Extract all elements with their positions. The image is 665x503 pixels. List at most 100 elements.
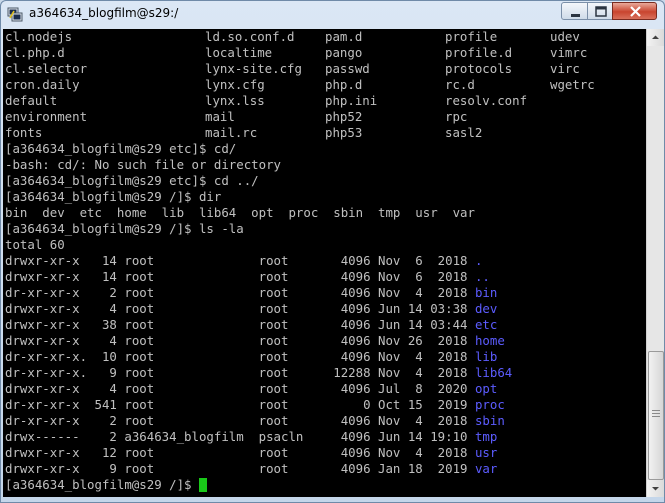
minimize-icon xyxy=(571,14,580,17)
grid-file-entry: protocols xyxy=(445,61,513,76)
close-icon xyxy=(630,6,641,17)
maximize-button[interactable] xyxy=(587,2,613,20)
terminal-line: [a364634_blogfilm@s29 /]$ dir xyxy=(5,189,222,204)
grid-file-entry: lynx.lss xyxy=(205,93,265,108)
directory-name: bin xyxy=(474,285,498,300)
grid-file-entry: lynx-site.cfg xyxy=(205,61,302,76)
directory-name: . xyxy=(474,253,483,268)
directory-name: lib xyxy=(474,349,498,364)
window-title: a364634_blogfilm@s29:/ xyxy=(29,6,179,20)
terminal-line: [a364634_blogfilm@s29 etc]$ cd/ xyxy=(5,141,237,156)
grid-file-entry: cl.php.d xyxy=(5,45,65,60)
listing-row: drwxr-xr-x 38 root root 4096 Jun 14 03:4… xyxy=(5,317,646,333)
listing-meta: drwxr-xr-x 9 root root 4096 Jan 18 2019 xyxy=(5,461,475,476)
terminal-line: [a364634_blogfilm@s29 etc]$ cd ../ xyxy=(5,173,259,188)
listing-row: dr-xr-xr-x 2 root root 4096 Nov 4 2018 b… xyxy=(5,285,646,301)
prompt-line[interactable]: [a364634_blogfilm@s29 /]$ xyxy=(5,477,646,493)
directory-name: usr xyxy=(474,445,498,460)
grid-file-entry: mail.rc xyxy=(205,125,258,140)
directory-name: home xyxy=(474,333,505,348)
grid-file-entry: profile.d xyxy=(445,45,513,60)
listing-row: dr-xr-xr-x 541 root root 0 Oct 15 2019 p… xyxy=(5,397,646,413)
listing-meta: drwxr-xr-x 4 root root 4096 Nov 26 2018 xyxy=(5,333,475,348)
grid-file-entry: php53 xyxy=(325,125,363,140)
grid-file-entry: rc.d xyxy=(445,77,475,92)
minimize-button[interactable] xyxy=(561,2,588,20)
directory-name: tmp xyxy=(474,429,498,444)
listing-row: dr-xr-xr-x 2 root root 4096 Nov 4 2018 s… xyxy=(5,413,646,429)
listing-meta: dr-xr-xr-x 541 root root 0 Oct 15 2019 xyxy=(5,397,475,412)
arrow-up-icon xyxy=(652,35,659,39)
grid-file-entry: php52 xyxy=(325,109,363,124)
listing-row: drwxr-xr-x 12 root root 4096 Nov 4 2018 … xyxy=(5,445,646,461)
grid-file-entry: passwd xyxy=(325,61,370,76)
directory-listing: drwxr-xr-x 14 root root 4096 Nov 6 2018 … xyxy=(5,253,646,477)
directory-name: .. xyxy=(474,269,490,284)
directory-name: dev xyxy=(474,301,498,316)
grid-file-entry: cron.daily xyxy=(5,77,80,92)
directory-name: lib64 xyxy=(474,365,513,380)
directory-name: opt xyxy=(474,381,498,396)
text-cursor xyxy=(198,478,207,492)
terminal-output[interactable]: cl.nodejs ld.so.conf.d pam.d profile udev cl.… xyxy=(3,29,646,497)
grid-file-entry: php.ini xyxy=(325,93,378,108)
listing-row: drwxr-xr-x 14 root root 4096 Nov 6 2018 … xyxy=(5,253,646,269)
listing-meta: dr-xr-xr-x 2 root root 4096 Nov 4 2018 xyxy=(5,413,475,428)
close-button[interactable] xyxy=(612,2,657,20)
grid-file-entry: udev xyxy=(550,29,580,44)
terminal-window: a364634_blogfilm@s29:/ cl.nodejs ld.so.co… xyxy=(0,0,665,503)
grid-file-entry: pango xyxy=(325,45,363,60)
grid-file-entry: vimrc xyxy=(550,45,588,60)
scroll-up-button[interactable] xyxy=(647,29,664,46)
grid-file-entry: default xyxy=(5,93,58,108)
terminal-line: -bash: cd/: No such file or directory xyxy=(5,157,282,172)
listing-row: drwx------ 2 a364634_blogfilm psacln 409… xyxy=(5,429,646,445)
grid-file-entry: ld.so.conf.d xyxy=(205,29,295,44)
listing-meta: drwxr-xr-x 14 root root 4096 Nov 6 2018 xyxy=(5,253,475,268)
listing-meta: dr-xr-xr-x 2 root root 4096 Nov 4 2018 xyxy=(5,285,475,300)
listing-row: drwxr-xr-x 14 root root 4096 Nov 6 2018 … xyxy=(5,269,646,285)
grid-file-entry: fonts xyxy=(5,125,43,140)
arrow-down-icon xyxy=(652,487,659,491)
directory-name: etc xyxy=(474,317,498,332)
listing-meta: drwxr-xr-x 14 root root 4096 Nov 6 2018 xyxy=(5,269,475,284)
listing-meta: drwxr-xr-x 4 root root 4096 Jul 8 2020 xyxy=(5,381,475,396)
terminal-line: total 60 xyxy=(5,237,65,252)
listing-row: drwxr-xr-x 4 root root 4096 Nov 26 2018 … xyxy=(5,333,646,349)
directory-name: sbin xyxy=(474,413,505,428)
listing-meta: drwx------ 2 a364634_blogfilm psacln 409… xyxy=(5,429,475,444)
listing-row: dr-xr-xr-x. 9 root root 12288 Nov 4 2018… xyxy=(5,365,646,381)
grid-file-entry: rpc xyxy=(445,109,468,124)
grid-file-entry: resolv.conf xyxy=(445,93,528,108)
listing-meta: dr-xr-xr-x. 10 root root 4096 Nov 4 2018 xyxy=(5,349,475,364)
title-bar[interactable]: a364634_blogfilm@s29:/ xyxy=(1,1,664,28)
directory-name: proc xyxy=(474,397,505,412)
grid-file-entry: php.d xyxy=(325,77,363,92)
listing-meta: drwxr-xr-x 38 root root 4096 Jun 14 03:4… xyxy=(5,317,475,332)
listing-row: drwxr-xr-x 4 root root 4096 Jun 14 03:38… xyxy=(5,301,646,317)
grid-file-entry: cl.selector xyxy=(5,61,88,76)
grid-file-entry: profile xyxy=(445,29,498,44)
terminal-line: [a364634_blogfilm@s29 /]$ ls -la xyxy=(5,221,244,236)
grid-file-entry: sasl2 xyxy=(445,125,483,140)
listing-row: dr-xr-xr-x. 10 root root 4096 Nov 4 2018… xyxy=(5,349,646,365)
listing-row: drwxr-xr-x 9 root root 4096 Jan 18 2019 … xyxy=(5,461,646,477)
maximize-icon xyxy=(595,6,607,17)
directory-name: var xyxy=(474,461,498,476)
vertical-scrollbar[interactable] xyxy=(646,29,664,497)
listing-meta: dr-xr-xr-x. 9 root root 12288 Nov 4 2018 xyxy=(5,365,475,380)
grid-file-entry: lynx.cfg xyxy=(205,77,265,92)
listing-meta: drwxr-xr-x 12 root root 4096 Nov 4 2018 xyxy=(5,445,475,460)
scrollbar-thumb[interactable] xyxy=(648,351,664,480)
grip-line xyxy=(652,416,660,417)
scroll-down-button[interactable] xyxy=(647,480,664,497)
file-grid: cl.nodejs ld.so.conf.d pam.d profile udev cl.… xyxy=(5,29,646,141)
shell-prompt: [a364634_blogfilm@s29 /]$ xyxy=(5,477,199,492)
grid-file-entry: cl.nodejs xyxy=(5,29,73,44)
grid-file-entry: localtime xyxy=(205,45,273,60)
grip-line xyxy=(652,413,660,414)
putty-terminal-icon xyxy=(7,7,23,22)
listing-row: drwxr-xr-x 4 root root 4096 Jul 8 2020 o… xyxy=(5,381,646,397)
grid-file-entry: pam.d xyxy=(325,29,363,44)
grip-line xyxy=(652,410,660,411)
